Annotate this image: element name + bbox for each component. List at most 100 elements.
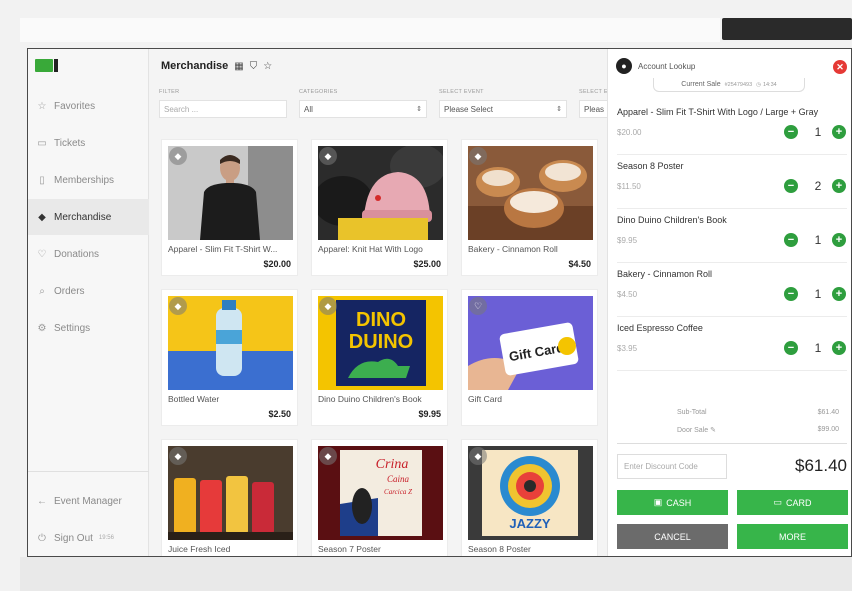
event-select-2-label: SELECT E xyxy=(579,89,607,95)
sidebar-item-label: Merchandise xyxy=(54,211,112,223)
product-name: Juice Fresh Iced xyxy=(168,544,231,554)
decrease-quantity-button[interactable]: − xyxy=(784,233,798,247)
sale-id: #25479493 xyxy=(724,81,753,88)
event-select[interactable]: Please Select ⇕ xyxy=(439,100,567,118)
window-bottom-strip xyxy=(20,557,852,591)
product-price: $25.00 xyxy=(413,259,441,269)
line-item-name: Iced Espresso Coffee xyxy=(617,323,703,333)
tag-icon: ◆ xyxy=(319,297,337,315)
filter-bar: FILTER Search ... CATEGORIES All ⇕ SELEC… xyxy=(149,89,607,123)
cart-line-item[interactable]: Bakery - Cinnamon Roll $4.50 − 1 + xyxy=(617,263,847,317)
cart-line-item[interactable]: Apparel - Slim Fit T-Shirt With Logo / L… xyxy=(617,101,847,155)
ticket-icon: ▭ xyxy=(37,137,47,149)
increase-quantity-button[interactable]: + xyxy=(832,125,846,139)
cancel-label: CANCEL xyxy=(654,531,691,542)
product-price: $20.00 xyxy=(263,259,291,269)
subtotal-value: $61.40 xyxy=(817,409,839,416)
increase-quantity-button[interactable]: + xyxy=(832,341,846,355)
user-icon: ● xyxy=(616,58,632,74)
door-sale-value: $99.00 xyxy=(817,426,839,433)
star-icon[interactable]: ☆ xyxy=(263,61,272,72)
increase-quantity-button[interactable]: + xyxy=(832,233,846,247)
product-image: Crina Caina Carcica Z xyxy=(318,446,443,540)
more-button[interactable]: MORE xyxy=(737,524,848,549)
decrease-quantity-button[interactable]: − xyxy=(784,287,798,301)
line-item-price: $20.00 xyxy=(617,128,642,137)
sidebar-item-tickets[interactable]: ▭ Tickets xyxy=(28,125,149,161)
product-name: Apparel - Slim Fit T-Shirt W... xyxy=(168,244,278,254)
line-item-name: Dino Duino Children's Book xyxy=(617,215,727,225)
line-item-quantity: 1 xyxy=(814,233,822,247)
filter-icon[interactable]: ⛉ xyxy=(250,61,258,72)
poster7-subtitle-2: Carcica Z xyxy=(384,488,412,496)
search-input[interactable]: Search ... xyxy=(159,100,287,118)
product-card[interactable]: ◆ Juice Fresh Iced xyxy=(161,439,298,556)
sidebar-item-label: Donations xyxy=(54,248,100,260)
sidebar-item-donations[interactable]: ♡ Donations xyxy=(28,236,149,272)
decrease-quantity-button[interactable]: − xyxy=(784,125,798,139)
line-item-quantity: 1 xyxy=(814,125,822,139)
sign-out-button[interactable]: ⏻ Sign Out 19:56 xyxy=(28,520,149,556)
product-price: $2.50 xyxy=(268,409,291,419)
sidebar-item-orders[interactable]: ⌕ Orders xyxy=(28,273,149,309)
product-name: Bakery - Cinnamon Roll xyxy=(468,244,558,254)
sidebar-item-favorites[interactable]: ☆ Favorites xyxy=(28,88,149,124)
star-icon: ☆ xyxy=(37,100,47,112)
door-sale-text: Door Sale xyxy=(677,427,709,434)
calendar-icon[interactable]: ▦ xyxy=(234,61,243,72)
product-card[interactable]: ◆ Bakery - Cinnamon Roll $4.50 xyxy=(461,139,598,276)
cancel-button[interactable]: CANCEL xyxy=(617,524,728,549)
clock-icon: ◷ xyxy=(756,81,761,88)
product-image xyxy=(168,296,293,390)
event-select-2[interactable]: Pleas xyxy=(579,100,607,118)
product-card[interactable]: ◆ Apparel: Knit Hat With Logo $25.00 xyxy=(311,139,448,276)
product-card[interactable]: ◆ Bottled Water $2.50 xyxy=(161,289,298,426)
product-name: Gift Card xyxy=(468,394,503,404)
heart-hand-icon: ♡ xyxy=(469,297,487,315)
sale-time: 14:34 xyxy=(762,81,777,88)
sidebar-item-merchandise[interactable]: ◆ Merchandise xyxy=(28,199,149,235)
pencil-icon[interactable]: ✎ xyxy=(710,427,716,434)
product-image xyxy=(168,146,293,240)
product-name: Season 8 Poster xyxy=(468,544,531,554)
card-button[interactable]: ▭ CARD xyxy=(737,490,848,515)
cart-line-item[interactable]: Season 8 Poster $11.50 − 2 + xyxy=(617,155,847,209)
product-card[interactable]: ◆ Apparel - Slim Fit T-Shirt W... $20.00 xyxy=(161,139,298,276)
increase-quantity-button[interactable]: + xyxy=(832,179,846,193)
categories-group: CATEGORIES All ⇕ xyxy=(299,89,427,118)
account-lookup-button[interactable]: ● Account Lookup xyxy=(616,58,695,74)
product-card[interactable]: ◆ DINO DUINO Dino Duino Children's Book … xyxy=(311,289,448,426)
product-price: $9.95 xyxy=(418,409,441,419)
pos-screen: ☆ Favorites ▭ Tickets ▯ Memberships ◆ Me… xyxy=(27,48,852,557)
window-top-dark-bar xyxy=(722,18,852,40)
decrease-quantity-button[interactable]: − xyxy=(784,341,798,355)
product-card[interactable]: ◆ Crina Caina Carcica Z Season 7 Poster xyxy=(311,439,448,556)
cart-line-item[interactable]: Iced Espresso Coffee $3.95 − 1 + xyxy=(617,317,847,371)
sidebar: ☆ Favorites ▭ Tickets ▯ Memberships ◆ Me… xyxy=(28,49,149,556)
product-card[interactable]: ◆ JAZZY Season 8 Poster xyxy=(461,439,598,556)
poster8-title: JAZZY xyxy=(509,516,551,531)
subtotal-label: Sub-Total xyxy=(677,409,707,416)
increase-quantity-button[interactable]: + xyxy=(832,287,846,301)
merchandise-panel: Merchandise ▦ ⛉ ☆ FILTER Search ... CATE… xyxy=(149,49,607,556)
cash-button[interactable]: ▣ CASH xyxy=(617,490,728,515)
sidebar-item-settings[interactable]: ⚙ Settings xyxy=(28,310,149,346)
line-item-price: $4.50 xyxy=(617,290,638,299)
line-item-name: Apparel - Slim Fit T-Shirt With Logo / L… xyxy=(617,107,819,117)
filter-label: FILTER xyxy=(159,89,180,95)
tag-icon: ◆ xyxy=(169,297,187,315)
categories-select[interactable]: All ⇕ xyxy=(299,100,427,118)
product-name: Dino Duino Children's Book xyxy=(318,394,422,404)
app-logo xyxy=(35,59,58,72)
event-select-2-value: Pleas xyxy=(584,104,605,114)
discount-code-input[interactable]: Enter Discount Code xyxy=(617,454,727,479)
sidebar-item-label: Memberships xyxy=(54,174,115,186)
gear-icon: ⚙ xyxy=(37,322,47,334)
tag-icon: ◆ xyxy=(469,447,487,465)
product-card[interactable]: ♡ Gift Card Gift Card xyxy=(461,289,598,426)
close-icon[interactable]: ✕ xyxy=(833,60,847,74)
event-manager-link[interactable]: ← Event Manager xyxy=(28,483,149,519)
cart-line-item[interactable]: Dino Duino Children's Book $9.95 − 1 + xyxy=(617,209,847,263)
decrease-quantity-button[interactable]: − xyxy=(784,179,798,193)
sidebar-item-memberships[interactable]: ▯ Memberships xyxy=(28,162,149,198)
